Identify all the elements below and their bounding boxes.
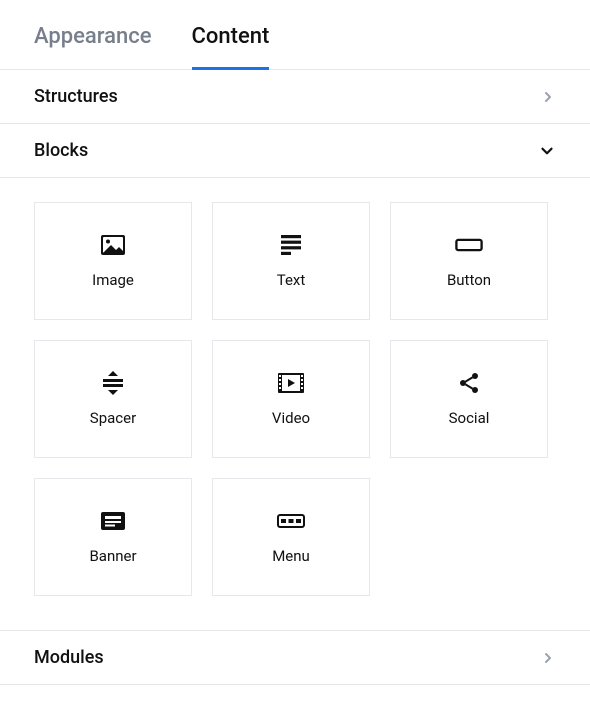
image-icon <box>99 233 127 257</box>
block-spacer[interactable]: Spacer <box>34 340 192 458</box>
block-image-label: Image <box>92 271 134 289</box>
block-button[interactable]: Button <box>390 202 548 320</box>
block-spacer-label: Spacer <box>90 409 136 427</box>
video-icon <box>277 371 305 395</box>
block-button-label: Button <box>447 271 491 289</box>
banner-icon <box>99 509 127 533</box>
block-social-label: Social <box>449 409 490 427</box>
block-text-label: Text <box>277 271 306 289</box>
tab-appearance[interactable]: Appearance <box>34 24 152 69</box>
block-social[interactable]: Social <box>390 340 548 458</box>
chevron-right-icon <box>540 650 556 666</box>
block-banner-label: Banner <box>89 547 136 565</box>
blocks-grid: Image Text Button Spacer Video Social <box>0 178 590 631</box>
block-menu[interactable]: Menu <box>212 478 370 596</box>
section-modules[interactable]: Modules <box>0 631 590 685</box>
section-structures[interactable]: Structures <box>0 70 590 124</box>
block-text[interactable]: Text <box>212 202 370 320</box>
spacer-icon <box>99 371 127 395</box>
chevron-down-icon <box>538 142 556 160</box>
section-blocks-label: Blocks <box>34 140 88 161</box>
block-banner[interactable]: Banner <box>34 478 192 596</box>
share-icon <box>455 371 483 395</box>
chevron-right-icon <box>540 89 556 105</box>
text-icon <box>277 233 305 257</box>
tab-bar: Appearance Content <box>0 0 590 70</box>
block-image[interactable]: Image <box>34 202 192 320</box>
block-menu-label: Menu <box>272 547 310 565</box>
block-video[interactable]: Video <box>212 340 370 458</box>
section-modules-label: Modules <box>34 647 104 668</box>
tab-content[interactable]: Content <box>192 24 270 69</box>
section-structures-label: Structures <box>34 86 118 107</box>
block-video-label: Video <box>272 409 310 427</box>
section-blocks[interactable]: Blocks <box>0 124 590 178</box>
menu-icon <box>277 509 305 533</box>
button-icon <box>455 233 483 257</box>
